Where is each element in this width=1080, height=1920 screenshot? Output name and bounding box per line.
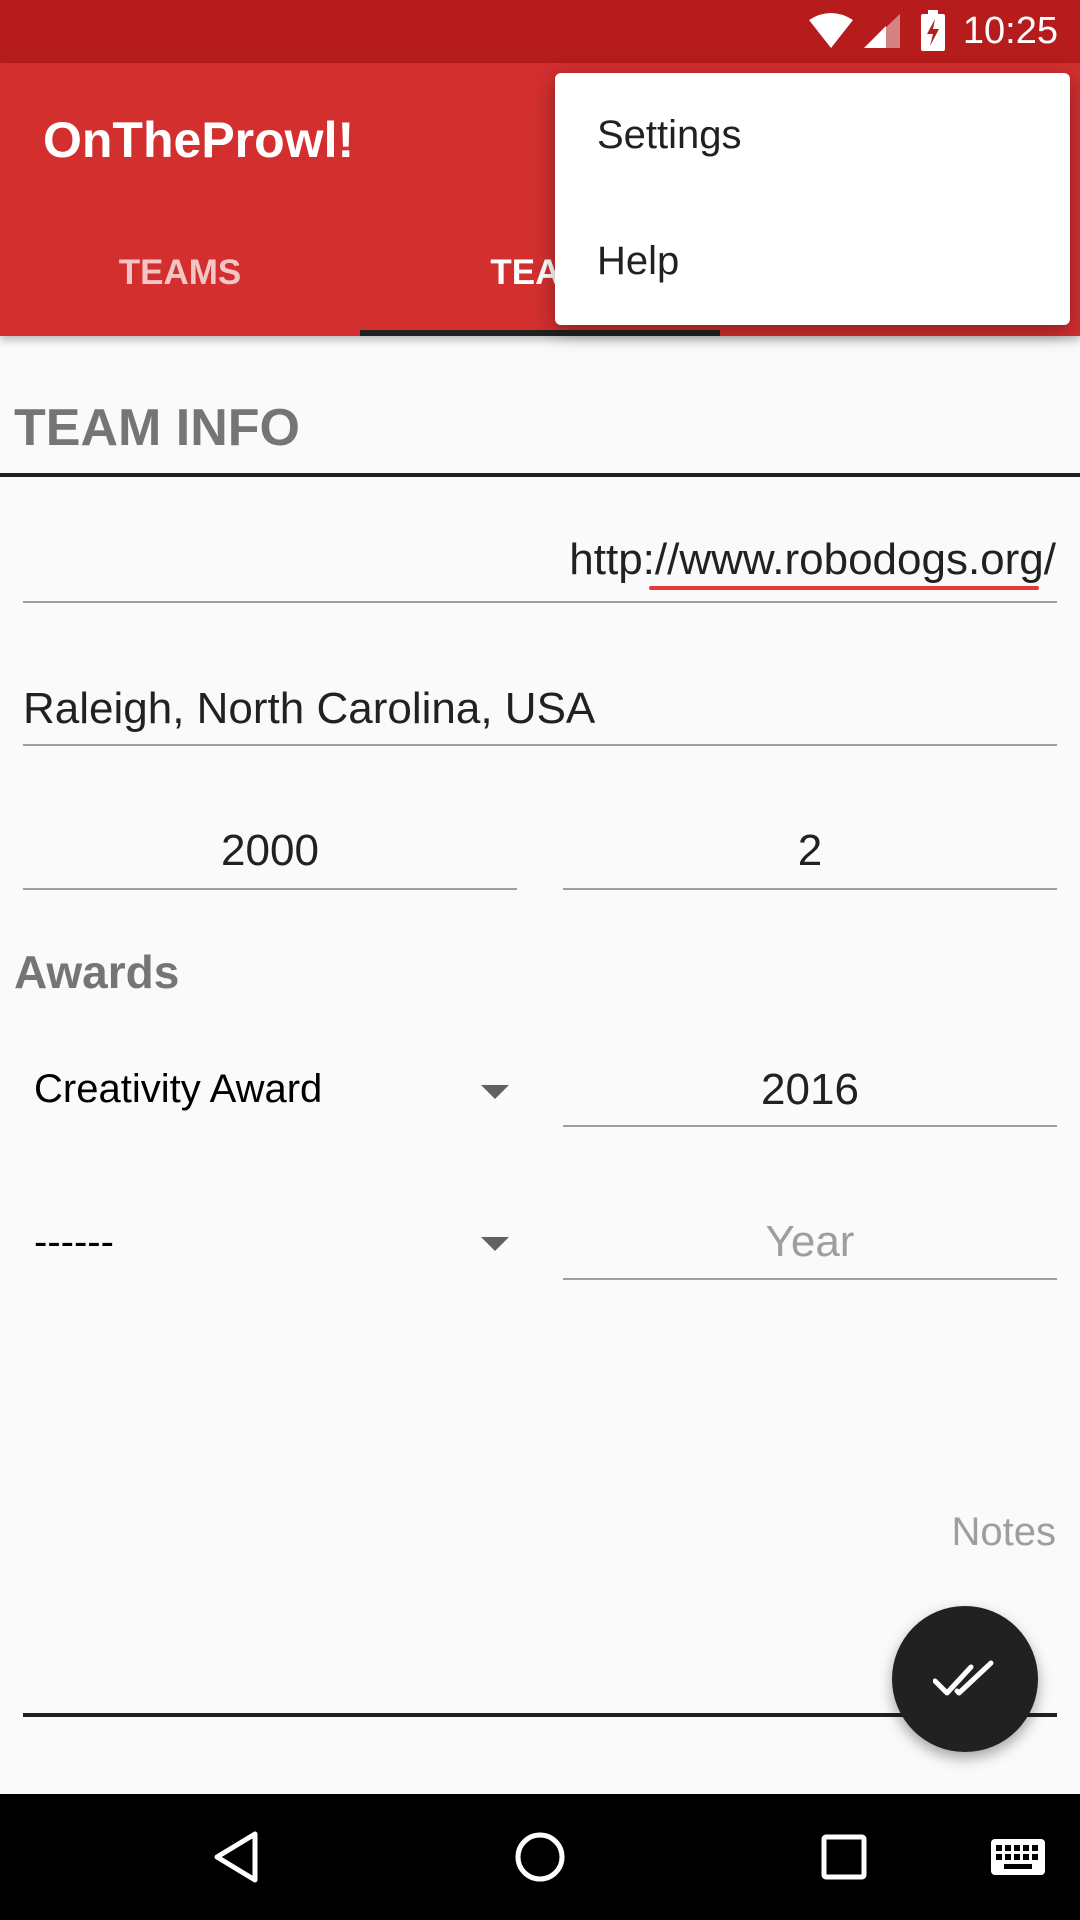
year-founded-field[interactable]: 2000 — [23, 826, 517, 876]
navigation-bar — [0, 1794, 1080, 1920]
overflow-menu: Settings Help — [555, 73, 1070, 325]
section-title: TEAM INFO — [14, 399, 300, 457]
award-year-underline — [563, 1125, 1057, 1127]
award-year-underline — [563, 1278, 1057, 1280]
home-button[interactable] — [480, 1794, 600, 1920]
location-field[interactable]: Raleigh, North Carolina, USA — [23, 684, 595, 734]
home-icon — [515, 1832, 565, 1882]
signal-icon — [864, 14, 900, 48]
wifi-icon — [809, 13, 853, 48]
save-fab-button[interactable] — [892, 1606, 1038, 1752]
keyboard-button[interactable] — [968, 1794, 1068, 1920]
team-number-underline — [563, 888, 1057, 890]
spellcheck-underline — [649, 586, 1039, 590]
dropdown-arrow-icon[interactable] — [481, 1237, 509, 1251]
recents-button[interactable] — [784, 1794, 904, 1920]
clock: 10:25 — [962, 10, 1058, 52]
website-field-underline — [23, 601, 1057, 603]
location-field-underline — [23, 744, 1057, 746]
dropdown-arrow-icon[interactable] — [481, 1085, 509, 1099]
status-bar: 10:25 — [0, 0, 1080, 63]
award-spinner[interactable]: ------ — [34, 1220, 114, 1265]
keyboard-icon — [991, 1839, 1045, 1875]
website-field[interactable]: http://www.robodogs.org/ — [569, 535, 1056, 585]
section-divider — [0, 473, 1080, 477]
team-number-field[interactable]: 2 — [563, 826, 1057, 876]
tab-teams[interactable]: TEAMS — [20, 253, 340, 293]
notes-field[interactable]: Notes — [952, 1510, 1057, 1555]
battery-charging-icon — [921, 10, 945, 51]
recents-icon — [821, 1834, 867, 1880]
app-title: OnTheProwl! — [43, 112, 355, 168]
menu-item-help[interactable]: Help — [597, 239, 679, 284]
menu-item-settings[interactable]: Settings — [597, 113, 742, 158]
year-founded-underline — [23, 888, 517, 890]
awards-label: Awards — [14, 946, 180, 998]
award-year-field[interactable]: Year — [563, 1217, 1057, 1267]
back-icon — [214, 1831, 258, 1883]
tab-indicator — [360, 330, 720, 336]
double-check-icon — [933, 1660, 994, 1696]
back-button[interactable] — [176, 1794, 296, 1920]
award-year-field[interactable]: 2016 — [563, 1065, 1057, 1115]
award-spinner[interactable]: Creativity Award — [34, 1067, 322, 1112]
